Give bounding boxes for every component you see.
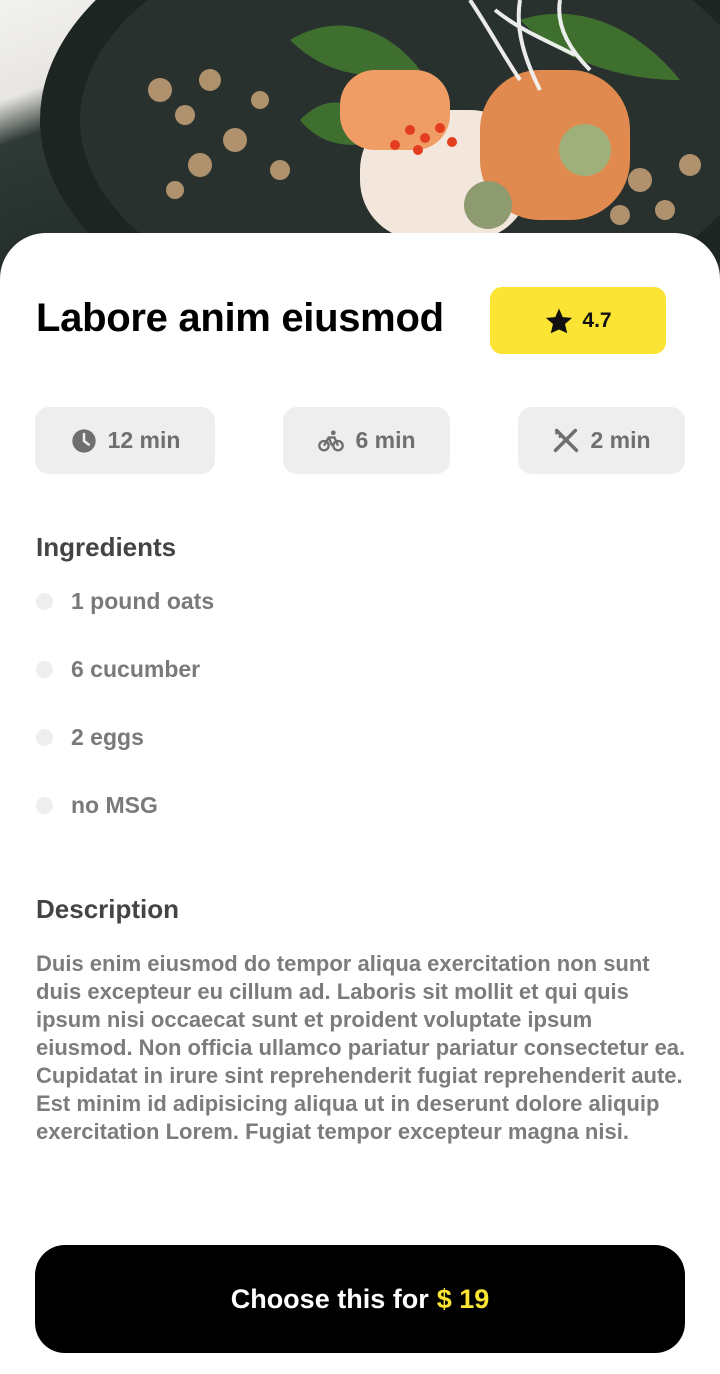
ingredient-item: 6 cucumber <box>36 656 200 683</box>
price-label: $ 19 <box>436 1283 490 1314</box>
delivery-time-chip[interactable]: 6 min <box>283 407 450 474</box>
utensils-icon <box>554 428 579 452</box>
delivery-time-label: 6 min <box>355 427 416 453</box>
clock-icon <box>71 428 96 453</box>
prep-time-chip[interactable]: 12 min <box>35 407 215 474</box>
bullet-icon <box>36 661 53 678</box>
rating-value: 4.7 <box>582 308 612 332</box>
bike-icon <box>318 430 345 451</box>
rating-badge: 4.7 <box>490 287 666 354</box>
description-text: Duis enim eiusmod do tempor aliqua exerc… <box>36 951 686 1144</box>
ingredient-item: 2 eggs <box>36 724 144 751</box>
prep-time-label: 12 min <box>107 427 181 453</box>
recipe-title: Labore anim eiusmod <box>36 296 444 340</box>
bullet-icon <box>36 729 53 746</box>
cook-time-label: 2 min <box>590 427 651 453</box>
ingredient-label: 2 eggs <box>71 724 144 750</box>
ingredient-item: 1 pound oats <box>36 588 214 615</box>
star-icon <box>546 308 573 333</box>
ingredient-label: no MSG <box>71 792 158 818</box>
ingredient-label: 1 pound oats <box>71 588 215 614</box>
bullet-icon <box>36 593 53 610</box>
ingredient-label: 6 cucumber <box>71 656 201 682</box>
description-heading: Description <box>36 894 180 924</box>
choose-button[interactable]: Choose this for $ 19 <box>35 1245 685 1353</box>
choose-label: Choose this for <box>230 1283 429 1314</box>
bullet-icon <box>36 797 53 814</box>
cook-time-chip[interactable]: 2 min <box>518 407 685 474</box>
ingredient-item: no MSG <box>36 792 158 819</box>
ingredients-heading: Ingredients <box>36 532 177 562</box>
